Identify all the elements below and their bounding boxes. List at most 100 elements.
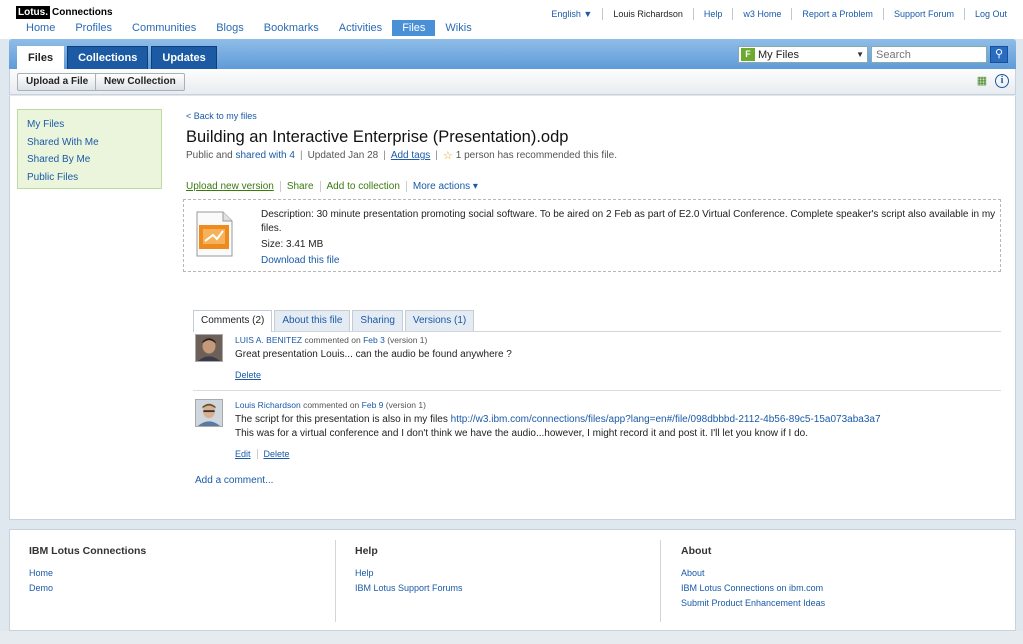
commented-on-text: commented on: [304, 335, 361, 345]
info-icon[interactable]: i: [995, 74, 1009, 88]
new-collection-button[interactable]: New Collection: [95, 73, 185, 91]
separator: |: [383, 150, 386, 161]
file-details: < Back to my files Building an Interacti…: [183, 110, 1006, 486]
commented-on-text: commented on: [303, 400, 360, 410]
footer-demo-link[interactable]: Demo: [29, 581, 334, 596]
file-description: Description: 30 minute presentation prom…: [261, 208, 996, 270]
delete-comment-link[interactable]: Delete: [256, 449, 296, 459]
comment-date-link[interactable]: Feb 3: [363, 335, 385, 345]
footer-col-about: About About IBM Lotus Connections on ibm…: [660, 540, 1000, 622]
tab-sharing[interactable]: Sharing: [352, 310, 403, 331]
nav-profiles[interactable]: Profiles: [65, 20, 122, 36]
footer-support-forums-link[interactable]: IBM Lotus Support Forums: [355, 581, 660, 596]
file-title: Building an Interactive Enterprise (Pres…: [186, 128, 569, 146]
footer-about-link[interactable]: About: [681, 566, 1000, 581]
footer-submit-ideas-link[interactable]: Submit Product Enhancement Ideas: [681, 596, 1000, 611]
nav-activities[interactable]: Activities: [329, 20, 392, 36]
comment-divider: [193, 390, 1001, 391]
footer: IBM Lotus Connections Home Demo Help Hel…: [9, 529, 1016, 631]
current-user: Louis Richardson: [602, 8, 693, 20]
more-actions-menu[interactable]: More actions ▾: [405, 181, 484, 192]
top-bar: Lotus. Connections Home Profiles Communi…: [0, 0, 1023, 38]
comment-version: (version 1): [387, 335, 428, 345]
feed-icon[interactable]: ▦: [975, 74, 989, 88]
search-scope-select[interactable]: F My Files ▼: [738, 46, 868, 63]
comment-author-link[interactable]: LUIS A. BENITEZ: [235, 335, 302, 345]
download-file-link[interactable]: Download this file: [261, 254, 996, 268]
avatar[interactable]: [195, 399, 223, 427]
back-to-my-files-link[interactable]: < Back to my files: [186, 111, 257, 121]
nav-bookmarks[interactable]: Bookmarks: [254, 20, 329, 36]
tab-collections[interactable]: Collections: [67, 46, 149, 69]
comment-links: Edit Delete: [235, 449, 995, 459]
comment-date-link[interactable]: Feb 9: [362, 400, 384, 410]
app-tabs: Files Collections Updates: [17, 46, 220, 69]
lotus-connections-logo: Lotus. Connections: [16, 6, 115, 19]
edit-comment-link[interactable]: Edit: [235, 449, 257, 459]
logo-part-lotus: Lotus.: [16, 6, 50, 19]
delete-comment-link[interactable]: Delete: [235, 370, 267, 380]
tab-about-this-file[interactable]: About this file: [274, 310, 351, 331]
language-selector[interactable]: English ▼: [541, 8, 602, 20]
comment-text: Great presentation Louis... can the audi…: [235, 349, 512, 360]
footer-ibm-link[interactable]: IBM Lotus Connections on ibm.com: [681, 581, 1000, 596]
main-nav: Home Profiles Communities Blogs Bookmark…: [16, 20, 482, 36]
leftnav-shared-with-me[interactable]: Shared With Me: [27, 134, 161, 152]
search-input[interactable]: [871, 46, 987, 63]
search-scope-value: My Files: [758, 48, 799, 61]
leftnav-shared-by-me[interactable]: Shared By Me: [27, 151, 161, 169]
add-tags-link[interactable]: Add tags: [391, 150, 430, 161]
nav-home[interactable]: Home: [16, 20, 65, 36]
report-problem-link[interactable]: Report a Problem: [791, 8, 883, 20]
nav-blogs[interactable]: Blogs: [206, 20, 254, 36]
leftnav-public-files[interactable]: Public Files: [27, 169, 161, 187]
upload-new-version-link[interactable]: Upload new version: [186, 181, 280, 192]
meta-updated: Updated Jan 28: [307, 150, 379, 161]
description-text: Description: 30 minute presentation prom…: [261, 209, 996, 234]
tab-versions[interactable]: Versions (1): [404, 310, 475, 331]
footer-title: IBM Lotus Connections: [29, 545, 147, 557]
presentation-file-icon[interactable]: [195, 211, 233, 257]
avatar[interactable]: [195, 334, 223, 362]
share-link[interactable]: Share: [279, 181, 320, 192]
nav-wikis[interactable]: Wikis: [435, 20, 481, 36]
add-comment-link[interactable]: Add a comment...: [195, 475, 273, 486]
comment-body: LUIS A. BENITEZ commented on Feb 3 (vers…: [235, 334, 995, 380]
comment-author-link[interactable]: Louis Richardson: [235, 400, 301, 410]
nav-files[interactable]: Files: [392, 20, 436, 36]
tab-files[interactable]: Files: [17, 46, 65, 69]
shared-with-link[interactable]: shared with 4: [235, 150, 294, 161]
footer-col-connections: IBM Lotus Connections Home Demo: [29, 540, 334, 622]
recommended-text: 1 person has recommended this file.: [455, 150, 617, 161]
leftnav-my-files[interactable]: My Files: [27, 116, 161, 134]
file-size: Size: 3.41 MB: [261, 239, 324, 250]
comment-text-line-2: This was for a virtual conference and I …: [235, 428, 809, 439]
search-button[interactable]: ⚲: [990, 46, 1008, 63]
nav-communities[interactable]: Communities: [122, 20, 206, 36]
star-icon[interactable]: ☆: [443, 149, 453, 162]
separator: |: [299, 150, 303, 161]
files-left-nav: My Files Shared With Me Shared By Me Pub…: [17, 109, 162, 189]
comment-body: Louis Richardson commented on Feb 9 (ver…: [235, 399, 995, 459]
footer-help-link[interactable]: Help: [355, 566, 660, 581]
action-toolbar: Upload a File New Collection ▦ i: [9, 69, 1016, 95]
footer-title: About: [681, 545, 712, 557]
script-file-link[interactable]: http://w3.ibm.com/connections/files/app?…: [451, 414, 881, 425]
search-icon: ⚲: [994, 48, 1004, 60]
upload-file-button[interactable]: Upload a File: [17, 73, 98, 91]
log-out-link[interactable]: Log Out: [963, 8, 1017, 20]
comment-item: LUIS A. BENITEZ commented on Feb 3 (vers…: [195, 334, 1001, 384]
toolbar-icons: ▦ i: [975, 74, 1009, 88]
tab-comments[interactable]: Comments (2): [193, 310, 273, 332]
support-forum-link[interactable]: Support Forum: [882, 8, 964, 20]
content-area: My Files Shared With Me Shared By Me Pub…: [9, 96, 1016, 520]
tab-updates[interactable]: Updates: [151, 46, 217, 69]
file-meta: Public and shared with 4 | Updated Jan 2…: [186, 149, 1006, 162]
footer-home-link[interactable]: Home: [29, 566, 334, 581]
w3-home-link[interactable]: w3 Home: [732, 8, 791, 20]
add-to-collection-link[interactable]: Add to collection: [319, 181, 406, 192]
bottom-strip: [0, 631, 1023, 644]
help-link[interactable]: Help: [692, 8, 733, 20]
utility-nav: English ▼ Louis Richardson Help w3 Home …: [541, 8, 1017, 20]
file-actions: Upload new version Share Add to collecti…: [186, 181, 1006, 192]
